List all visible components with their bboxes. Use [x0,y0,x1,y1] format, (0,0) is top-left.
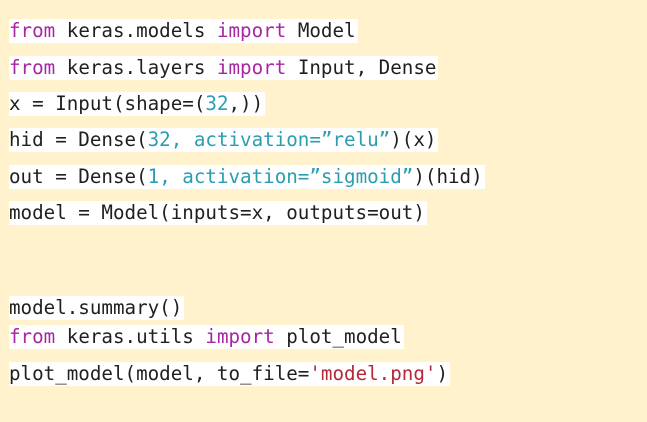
code-line: from keras.layers import Input, Dense [9,56,439,80]
code-text: )(hid) [413,165,483,188]
code-text: Model [286,19,356,42]
code-text: )(x) [390,128,437,151]
code-text: out = Dense( [9,165,148,188]
code-text: plot_model(model, to_file= [9,362,310,385]
code-keyword: from [9,19,56,42]
code-keyword: import [216,56,287,79]
code-text: plot_model [274,325,402,348]
code-line: x = Input(shape=(32,)) [9,92,266,116]
code-block: from keras.models import Model from kera… [0,0,647,422]
code-number: 32 [147,128,171,151]
code-keyword: from [9,56,56,79]
code-line: from keras.utils import plot_model [9,325,404,349]
code-string: , activation=”sigmoid” [159,165,414,188]
code-text: model.summary() [9,296,183,319]
code-string: , activation=”relu” [170,128,391,151]
code-text: x = Input(shape=( [9,92,206,115]
code-line: plot_model(model, to_file='model.png') [9,362,450,386]
code-text: model = Model(inputs=x, outputs=out) [9,201,425,224]
code-text: Input, Dense [286,56,437,79]
code-line: hid = Dense(32, activation=”relu”)(x) [9,128,439,152]
code-line: out = Dense(1, activation=”sigmoid”)(hid… [9,165,485,189]
code-line: from keras.models import Model [9,19,358,43]
code-number: 32 [205,92,229,115]
code-keyword: import [216,19,287,42]
code-line: model.summary() [9,296,185,320]
code-keyword: from [9,325,56,348]
code-string: 'model.png' [309,362,437,385]
code-keyword: import [205,325,275,348]
code-text: ,)) [228,92,264,115]
code-text: keras.layers [55,56,217,79]
code-line: model = Model(inputs=x, outputs=out) [9,201,427,225]
code-text: keras.models [55,19,217,42]
code-text: ) [436,362,448,385]
code-text: keras.utils [55,325,206,348]
code-text: hid = Dense( [9,128,148,151]
code-number: 1 [147,165,160,188]
